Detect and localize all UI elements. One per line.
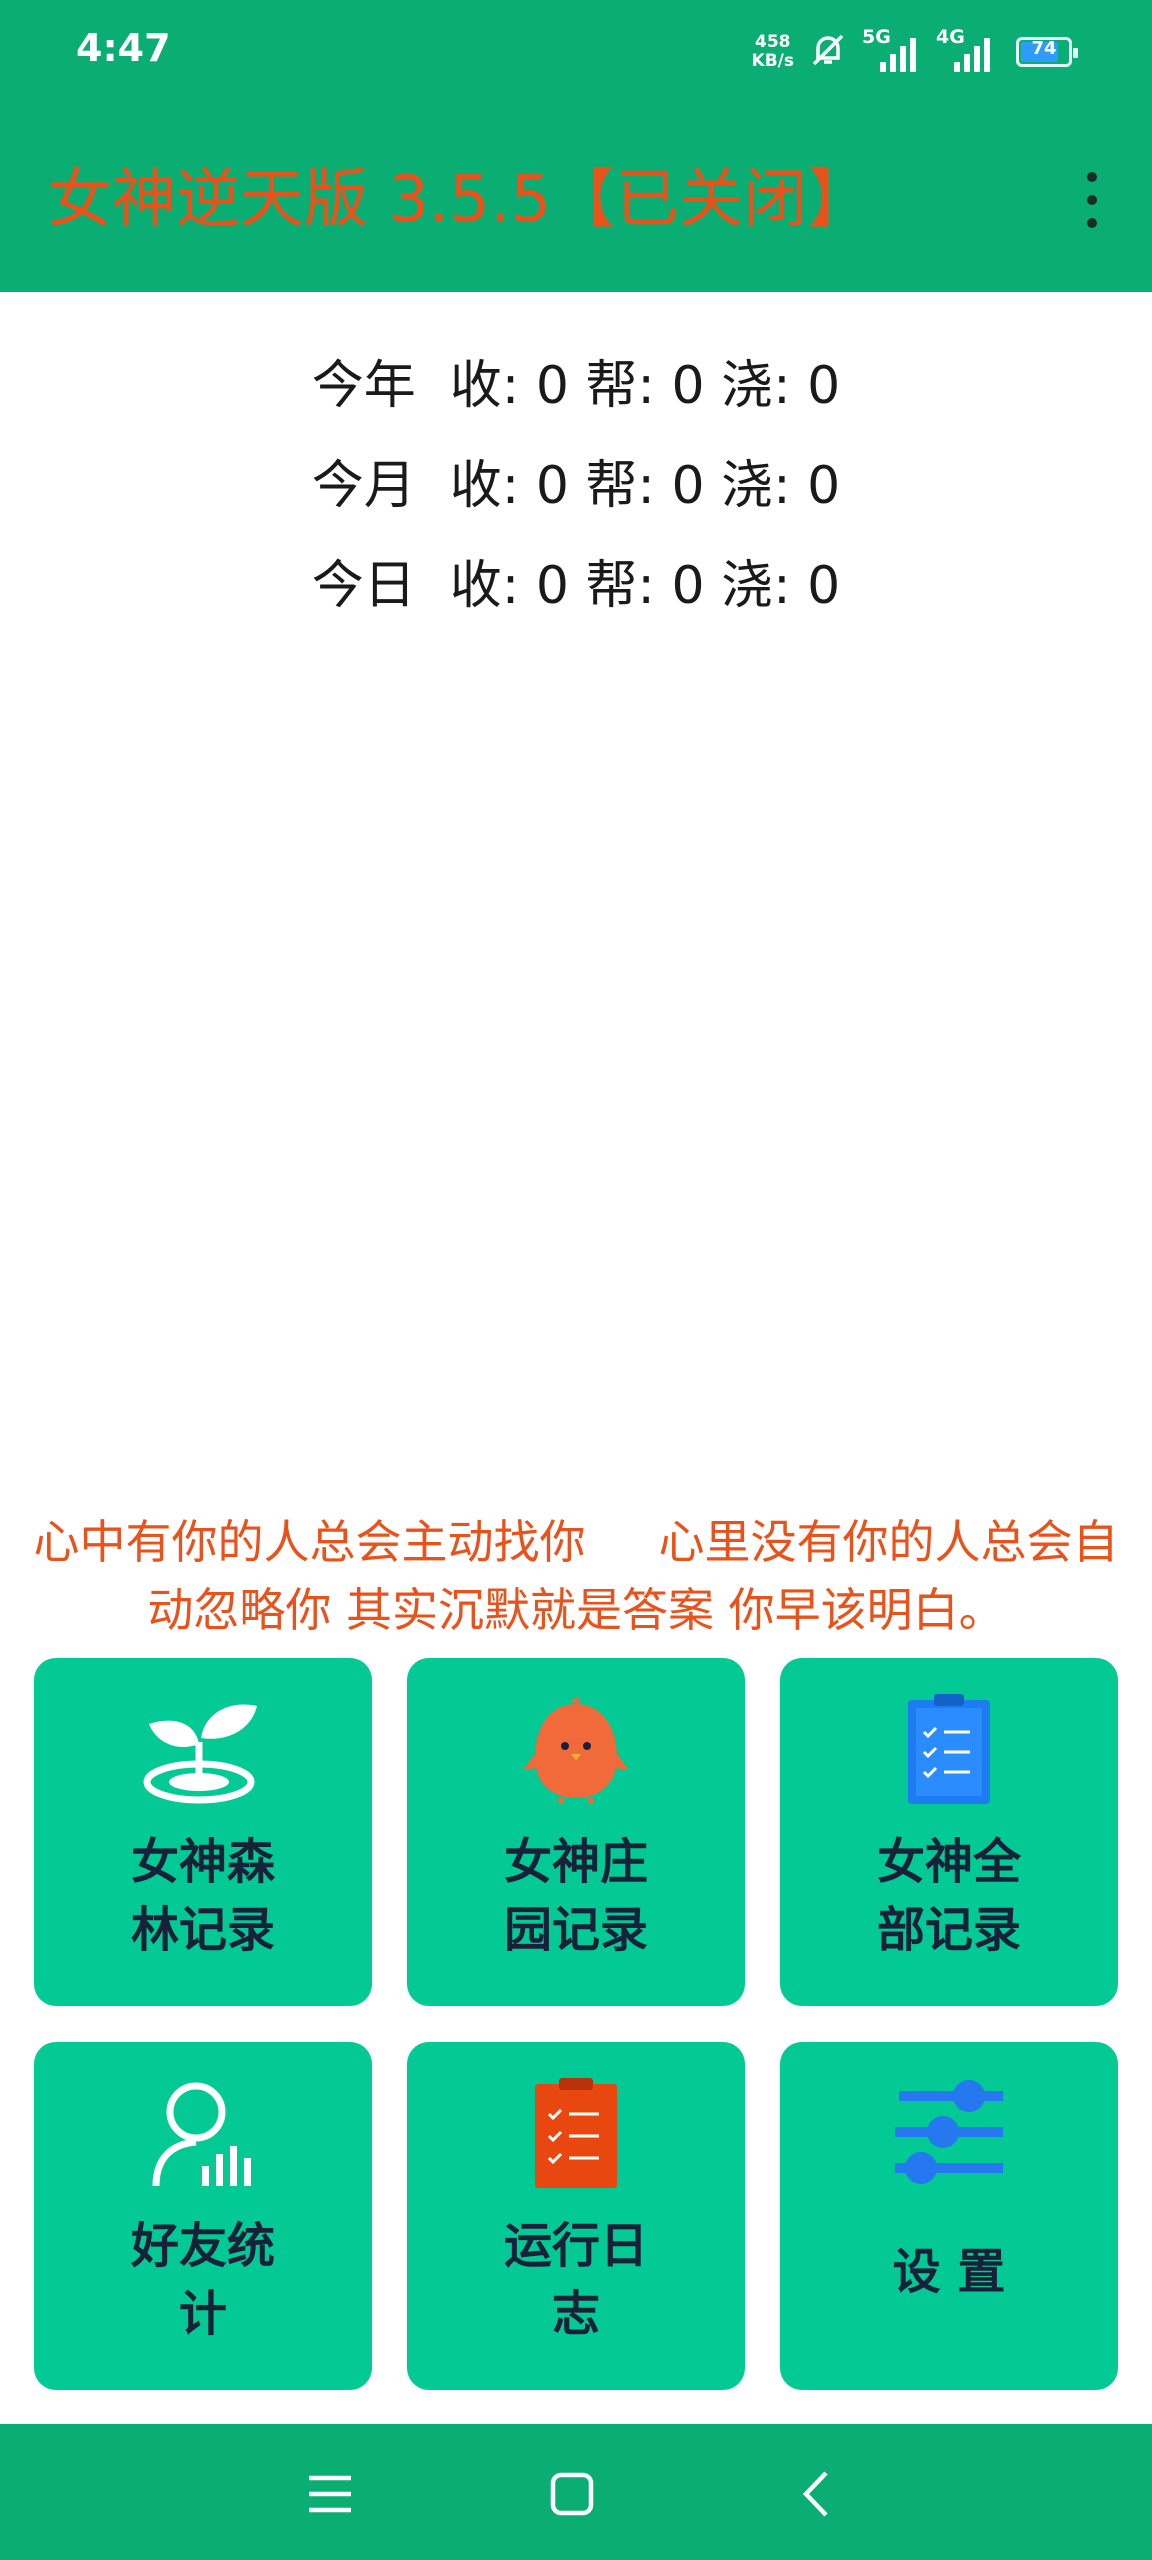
tile-all-records[interactable]: 女神全部记录 [780,1658,1118,2006]
chick-icon [521,1694,631,1806]
signal1-label: 5G [862,26,891,48]
tile-run-log[interactable]: 运行日志 [407,2042,745,2390]
tile-label: 女神庄园记录 [503,1834,648,1958]
settings-sliders-icon [891,2078,1007,2190]
stat-values: 收: 0 帮: 0 浇: 0 [449,355,841,416]
back-chevron-icon[interactable] [786,2464,846,2524]
battery-icon: 74 [1016,37,1078,67]
tile-friend-stats[interactable]: 好友统计 [34,2042,372,2390]
speed-unit: KB/s [751,51,794,71]
stat-values: 收: 0 帮: 0 浇: 0 [449,455,841,516]
tile-forest-records[interactable]: 女神森林记录 [34,1658,372,2006]
quote-text: 心中有你的人总会主动找你 心里没有你的人总会自动忽略你 其实沉默就是答案 你早该… [33,1515,1119,1637]
stat-period: 今日 [311,555,416,616]
battery-level: 74 [1031,38,1057,59]
stat-values: 收: 0 帮: 0 浇: 0 [449,555,841,616]
stat-row-year: 今年 收: 0 帮: 0 浇: 0 [0,330,1152,430]
menu-icon[interactable] [300,2464,360,2524]
signal2-label: 4G [936,26,965,48]
status-bar: 4:47 458 KB/s 5G 4G 74 [0,0,1152,100]
app-bar: 女神逆天版 3.5.5【已关闭】 [0,100,1152,292]
tile-manor-records[interactable]: 女神庄园记录 [407,1658,745,2006]
status-time: 4:47 [76,26,171,70]
stat-row-day: 今日 收: 0 帮: 0 浇: 0 [0,530,1152,630]
user-stats-icon [148,2078,258,2190]
signal-5g-icon: 5G [862,26,922,72]
tile-label: 设 置 [892,2244,1006,2300]
clipboard-checklist-icon [904,1694,994,1806]
log-clipboard-icon [531,2078,621,2190]
stat-period: 今年 [311,355,416,416]
speed-value: 458 [755,32,791,52]
signal-4g-icon: 4G [936,26,996,72]
system-nav-bar [0,2424,1152,2560]
stat-period: 今月 [311,455,416,516]
tile-settings[interactable]: 设 置 [780,2042,1118,2390]
stat-row-month: 今月 收: 0 帮: 0 浇: 0 [0,430,1152,530]
network-speed: 458 KB/s [752,33,794,71]
mute-bell-icon [808,30,848,74]
status-icons: 458 KB/s 5G 4G 74 [752,24,1078,80]
tile-label: 运行日志 [503,2218,648,2342]
more-vert-icon[interactable] [1074,172,1110,228]
app-title: 女神逆天版 3.5.5【已关闭】 [48,163,872,237]
tile-label: 女神森林记录 [130,1834,275,1958]
tile-label: 女神全部记录 [876,1834,1021,1958]
stats-panel: 今年 收: 0 帮: 0 浇: 0 今月 收: 0 帮: 0 浇: 0 今日 收… [0,330,1152,630]
home-square-icon[interactable] [542,2464,602,2524]
sprout-icon [143,1694,263,1806]
tile-label: 好友统计 [130,2218,275,2342]
